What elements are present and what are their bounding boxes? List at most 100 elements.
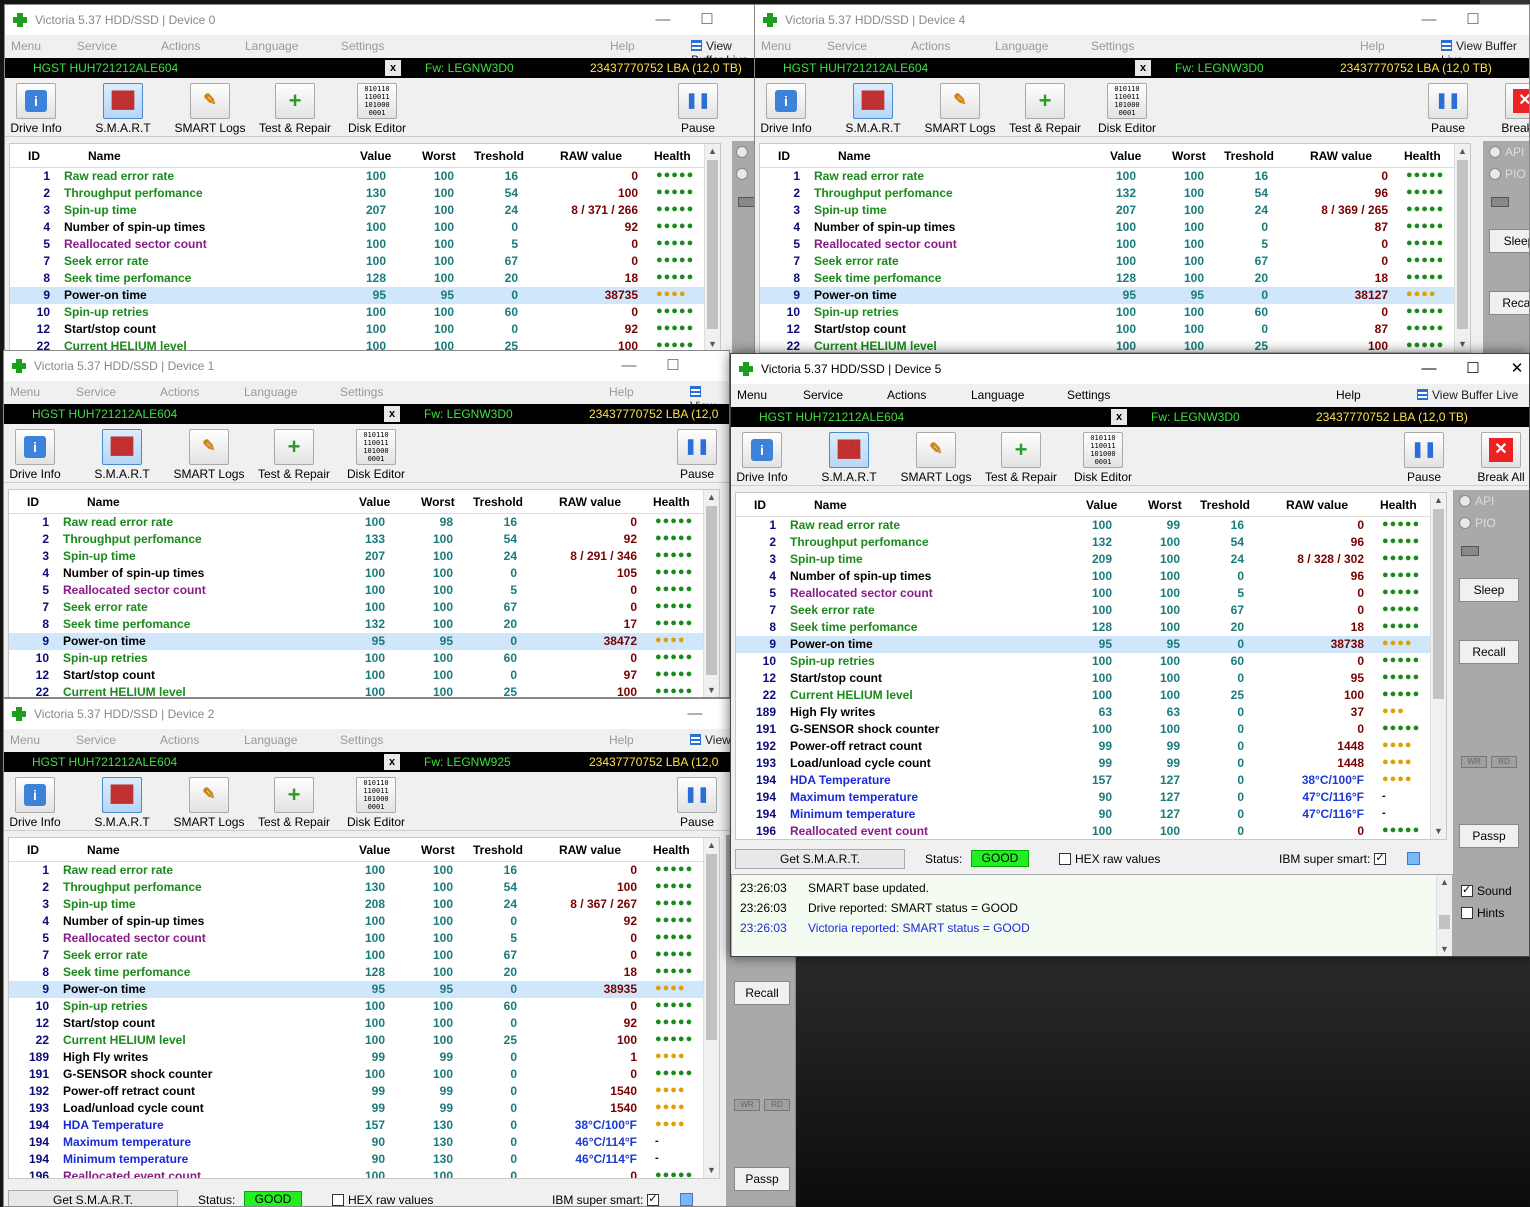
column-header-value[interactable]: Value (360, 149, 391, 163)
pause-button[interactable]: ❚❚ Pause (673, 79, 723, 137)
drive-info-button[interactable]: i Drive Info (4, 425, 66, 483)
table-row[interactable]: 194 HDA Temperature 157 127 0 38°C/100°F ●●●● (736, 772, 1446, 789)
break-all-button[interactable]: ✕ Break All (1471, 428, 1529, 486)
menu-help[interactable]: Help (609, 733, 634, 747)
scroll-down-arrow-icon[interactable]: ▼ (1431, 824, 1446, 839)
table-row[interactable]: 194 Maximum temperature 90 130 0 46°C/114°F - (9, 1134, 719, 1151)
event-log[interactable]: 23:26:03 SMART base updated. 23:26:03 Drive… (731, 874, 1453, 956)
victoria-window-device-4[interactable]: Victoria 5.37 HDD/SSD | Device 4 — ☐ Menu Se… (754, 4, 1530, 354)
scroll-thumb[interactable] (1439, 915, 1450, 929)
menu-service[interactable]: Service (827, 39, 867, 53)
table-row[interactable]: 2 Throughput perfomance 130 100 54 100 ●●●●● (9, 879, 719, 896)
ibm-super-smart-checkbox[interactable]: IBM super smart: (1279, 851, 1390, 866)
recall-button[interactable]: Recall (1489, 291, 1529, 315)
menu-actions[interactable]: Actions (160, 385, 199, 399)
table-row[interactable]: 8 Seek time perfomance 128 100 20 18 ●●●●● (736, 619, 1446, 636)
table-scrollbar[interactable]: ▲ ▼ (1454, 144, 1470, 352)
column-header-worst[interactable]: Worst (421, 495, 455, 509)
table-row[interactable]: 22 Current HELIUM level 100 100 25 100 ●●●●● (736, 687, 1446, 704)
ibm-super-smart-checkbox[interactable]: IBM super smart: (552, 1192, 663, 1206)
table-row[interactable]: 2 Throughput perfomance 133 100 54 92 ●●●●● (9, 531, 719, 548)
menu-language[interactable]: Language (995, 39, 1048, 53)
log-scrollbar[interactable]: ▲ ▼ (1436, 875, 1452, 956)
table-row[interactable]: 3 Spin-up time 207 100 24 8 / 369 / 265 ●●●●● (760, 202, 1470, 219)
table-scrollbar[interactable]: ▲ ▼ (703, 490, 719, 697)
minimize-button[interactable]: — (607, 355, 651, 377)
column-header-threshold[interactable]: Treshold (473, 495, 523, 509)
scroll-down-arrow-icon[interactable]: ▼ (704, 1163, 719, 1178)
table-row[interactable]: 189 High Fly writes 99 99 0 1 ●●●● (9, 1049, 719, 1066)
pio-radio[interactable]: PIO (1459, 516, 1496, 530)
scroll-thumb[interactable] (706, 506, 717, 675)
column-header-threshold[interactable]: Treshold (1224, 149, 1274, 163)
smart-button[interactable]: ██ S.M.A.R.T (86, 425, 158, 483)
table-row[interactable]: 10 Spin-up retries 100 100 60 0 ●●●●● (10, 304, 720, 321)
column-header-raw[interactable]: RAW value (1286, 498, 1348, 512)
menu-settings[interactable]: Settings (340, 733, 383, 747)
disk-editor-button[interactable]: 010110 110011 101000 0001 Disk Editor (341, 79, 413, 137)
api-radio[interactable] (736, 145, 752, 159)
table-row[interactable]: 12 Start/stop count 100 100 0 92 ●●●●● (9, 1015, 719, 1032)
minimize-button[interactable]: — (641, 9, 685, 31)
menu-settings[interactable]: Settings (1091, 39, 1134, 53)
table-row[interactable]: 5 Reallocated sector count 100 100 5 0 ●●●●● (10, 236, 720, 253)
smart-logs-button[interactable]: ✎ SMART Logs (170, 79, 250, 137)
minimize-button[interactable]: — (1407, 9, 1451, 31)
wr-button[interactable]: WR (734, 1099, 760, 1111)
column-header-worst[interactable]: Worst (421, 843, 455, 857)
close-drive-button[interactable]: x (385, 60, 401, 76)
table-row[interactable]: 10 Spin-up retries 100 100 60 0 ●●●●● (9, 650, 719, 667)
maximize-button[interactable]: ☐ (1451, 9, 1495, 31)
menu-service[interactable]: Service (803, 388, 843, 402)
table-row[interactable]: 9 Power-on time 95 95 0 38735 ●●●● (10, 287, 720, 304)
color-square-icon[interactable] (680, 1193, 693, 1206)
column-header-worst[interactable]: Worst (1148, 498, 1182, 512)
column-header-name[interactable]: Name (814, 498, 847, 512)
smart-button[interactable]: ██ S.M.A.R.T (86, 773, 158, 831)
maximize-button[interactable]: ☐ (651, 355, 695, 377)
table-row[interactable]: 193 Load/unload cycle count 99 99 0 1540 ●●●● (9, 1100, 719, 1117)
menu-actions[interactable]: Actions (161, 39, 200, 53)
menu-help[interactable]: Help (1360, 39, 1385, 53)
drive-info-button[interactable]: i Drive Info (5, 79, 67, 137)
menu-language[interactable]: Language (971, 388, 1024, 402)
minimize-button[interactable]: — (673, 703, 717, 725)
scroll-down-arrow-icon[interactable]: ▼ (1437, 942, 1452, 956)
victoria-window-device-0[interactable]: Victoria 5.37 HDD/SSD | Device 0 — ☐ Menu Se… (4, 4, 764, 354)
scroll-thumb[interactable] (706, 854, 717, 1040)
table-row[interactable]: 8 Seek time perfomance 128 100 20 18 ●●●●● (760, 270, 1470, 287)
table-row[interactable]: 22 Current HELIUM level 100 100 25 100 ●●●●● (760, 338, 1470, 352)
menu-help[interactable]: Help (609, 385, 634, 399)
victoria-window-device-1[interactable]: Victoria 5.37 HDD/SSD | Device 1 — ☐ Menu Se… (3, 350, 730, 698)
menu-menu[interactable]: Menu (10, 733, 40, 747)
pause-button[interactable]: ❚❚ Pause (672, 773, 722, 831)
view-buffer-live-toggle[interactable]: View Buffer Live (1417, 388, 1518, 402)
smart-attributes-table[interactable]: ID Name Value Worst Treshold RAW value Health 1… (759, 143, 1471, 353)
sound-checkbox[interactable]: Sound (1461, 883, 1512, 898)
table-scrollbar[interactable]: ▲ ▼ (703, 838, 719, 1178)
column-header-health[interactable]: Health (653, 843, 690, 857)
column-header-threshold[interactable]: Treshold (1200, 498, 1250, 512)
table-row[interactable]: 3 Spin-up time 208 100 24 8 / 367 / 267 ●●●●● (9, 896, 719, 913)
close-drive-button[interactable]: x (384, 406, 400, 422)
table-row[interactable]: 194 Minimum temperature 90 127 0 47°C/116°F - (736, 806, 1446, 823)
break-all-button[interactable]: ✕ Break All (1495, 79, 1529, 137)
column-header-worst[interactable]: Worst (1172, 149, 1206, 163)
column-header-name[interactable]: Name (88, 149, 121, 163)
table-row[interactable]: 193 Load/unload cycle count 99 99 0 1448 ●●●● (736, 755, 1446, 772)
scroll-up-arrow-icon[interactable]: ▲ (705, 144, 720, 159)
table-row[interactable]: 2 Throughput perfomance 130 100 54 100 ●●●●● (10, 185, 720, 202)
scroll-up-arrow-icon[interactable]: ▲ (704, 838, 719, 853)
sleep-button[interactable]: Sleep (1459, 578, 1519, 602)
scroll-down-arrow-icon[interactable]: ▼ (1455, 337, 1470, 352)
test-repair-button[interactable]: + Test & Repair (1005, 79, 1085, 137)
scroll-thumb[interactable] (1433, 509, 1444, 699)
menu-language[interactable]: Language (244, 733, 297, 747)
drive-info-button[interactable]: i Drive Info (4, 773, 66, 831)
column-header-worst[interactable]: Worst (422, 149, 456, 163)
table-row[interactable]: 5 Reallocated sector count 100 100 5 0 ●●●●● (9, 582, 719, 599)
table-row[interactable]: 191 G-SENSOR shock counter 100 100 0 0 ●●●●● (736, 721, 1446, 738)
column-header-name[interactable]: Name (838, 149, 871, 163)
menu-actions[interactable]: Actions (911, 39, 950, 53)
table-row[interactable]: 2 Throughput perfomance 132 100 54 96 ●●●●● (760, 185, 1470, 202)
